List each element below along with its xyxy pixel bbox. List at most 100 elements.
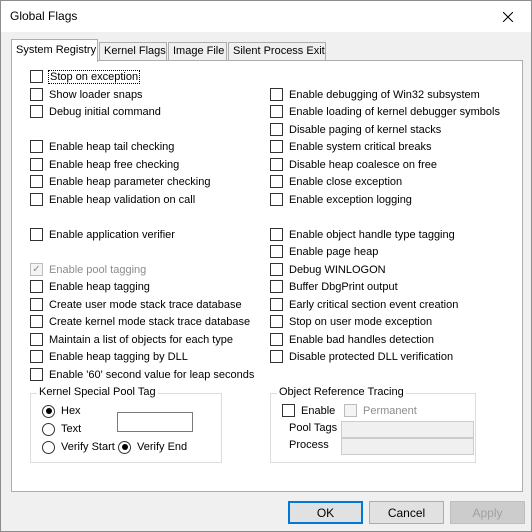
left-flag-checkbox[interactable]: Debug initial command	[30, 104, 161, 119]
object-ref-permanent-checkbox[interactable]: Permanent	[344, 403, 417, 418]
checkbox-label: Enable loading of kernel debugger symbol…	[289, 105, 500, 118]
right-flag-checkbox[interactable]: Enable object handle type tagging	[270, 227, 455, 242]
right-flag-checkbox[interactable]: Stop on user mode exception	[270, 314, 432, 329]
verify-end-radio-dot	[118, 440, 131, 454]
left-flag-checkbox[interactable]: Maintain a list of objects for each type	[30, 332, 233, 347]
right-flag-checkbox[interactable]: Debug WINLOGON	[270, 262, 386, 277]
left-flag-checkbox[interactable]: Create kernel mode stack trace database	[30, 314, 250, 329]
checkbox-box	[270, 140, 283, 153]
checkbox-label: Enable exception logging	[289, 193, 412, 206]
object-ref-enable-label: Enable	[301, 404, 336, 417]
close-button[interactable]	[485, 1, 531, 32]
hex-label: Hex	[61, 405, 81, 417]
checkbox-label: Disable protected DLL verification	[289, 350, 454, 363]
checkbox-box	[270, 245, 283, 258]
text-radio-dot	[42, 422, 55, 436]
pool-tag-input[interactable]	[117, 412, 193, 432]
left-flag-checkbox[interactable]: Enable heap parameter checking	[30, 174, 210, 189]
left-flag-checkbox[interactable]: Enable heap free checking	[30, 157, 179, 172]
tab-system-registry[interactable]: System Registry	[11, 39, 98, 62]
checkbox-label: Enable '60' second value for leap second…	[49, 368, 255, 381]
left-flag-checkbox[interactable]: Enable heap tagging by DLL	[30, 349, 188, 364]
checkbox-box	[30, 88, 43, 101]
checkbox-label: Enable pool tagging	[49, 263, 147, 276]
left-flag-checkbox[interactable]: Enable application verifier	[30, 227, 175, 242]
global-flags-dialog: Global Flags System Registry Kernel Flag…	[0, 0, 532, 532]
right-flag-checkbox[interactable]: Enable page heap	[270, 244, 378, 259]
right-flag-checkbox[interactable]: Disable protected DLL verification	[270, 349, 453, 364]
checkbox-label: Enable heap tagging	[49, 280, 150, 293]
checkbox-box	[30, 368, 43, 381]
checkbox-box	[270, 175, 283, 188]
checkbox-box	[30, 298, 43, 311]
right-flag-checkbox[interactable]: Enable debugging of Win32 subsystem	[270, 87, 480, 102]
pool-tags-input[interactable]	[341, 421, 474, 438]
checkbox-box	[270, 88, 283, 101]
object-reference-tracing-group: Object Reference Tracing Enable Permanen…	[270, 386, 476, 463]
checkbox-label: Enable debugging of Win32 subsystem	[289, 88, 480, 101]
hex-radio-dot	[42, 404, 55, 418]
checkbox-label: Stop on user mode exception	[289, 315, 433, 328]
left-flag-checkbox[interactable]: Create user mode stack trace database	[30, 297, 242, 312]
process-input[interactable]	[341, 438, 474, 455]
checkbox-label: Enable heap validation on call	[49, 193, 196, 206]
left-flag-checkbox[interactable]: Enable heap tagging	[30, 279, 150, 294]
checkbox-box	[270, 193, 283, 206]
checkbox-box	[30, 228, 43, 241]
checkbox-label: Enable heap tagging by DLL	[49, 350, 188, 363]
checkbox-label: Show loader snaps	[49, 88, 143, 101]
right-flag-checkbox[interactable]: Disable heap coalesce on free	[270, 157, 437, 172]
tab-kernel-flags[interactable]: Kernel Flags	[99, 42, 167, 61]
apply-button[interactable]: Apply	[450, 501, 525, 524]
left-flag-checkbox[interactable]: Show loader snaps	[30, 87, 143, 102]
checkbox-box	[30, 280, 43, 293]
right-flag-checkbox[interactable]: Early critical section event creation	[270, 297, 458, 312]
verify-start-radio[interactable]: Verify Start	[42, 440, 115, 454]
checkbox-label: Enable heap tail checking	[49, 140, 175, 153]
right-flag-checkbox[interactable]: Enable loading of kernel debugger symbol…	[270, 104, 500, 119]
close-icon	[503, 11, 513, 22]
checkbox-label: Debug WINLOGON	[289, 263, 386, 276]
tab-image-file[interactable]: Image File	[168, 42, 227, 61]
verify-end-label: Verify End	[137, 441, 188, 453]
left-flag-checkbox[interactable]: Enable heap validation on call	[30, 192, 195, 207]
checkbox-label: Disable paging of kernel stacks	[289, 123, 442, 136]
verify-start-label: Verify Start	[61, 441, 115, 453]
left-flag-checkbox[interactable]: Enable heap tail checking	[30, 139, 174, 154]
checkbox-box	[30, 315, 43, 328]
verify-end-radio[interactable]: Verify End	[118, 440, 187, 454]
checkbox-box: ✓	[30, 263, 43, 276]
right-flag-checkbox[interactable]: Enable close exception	[270, 174, 402, 189]
checkbox-box	[270, 333, 283, 346]
checkbox-label: Enable heap parameter checking	[49, 175, 211, 188]
right-flag-checkbox[interactable]: Enable bad handles detection	[270, 332, 434, 347]
cancel-button[interactable]: Cancel	[369, 501, 444, 524]
process-label: Process	[289, 439, 329, 451]
ok-button[interactable]: OK	[288, 501, 363, 524]
right-flag-checkbox[interactable]: Enable exception logging	[270, 192, 412, 207]
checkbox-label: Create user mode stack trace database	[49, 298, 242, 311]
checkbox-box	[30, 333, 43, 346]
checkbox-label: Stop on exception	[47, 69, 141, 84]
checkbox-box	[30, 350, 43, 363]
checkbox-box	[270, 123, 283, 136]
checkbox-label: Enable application verifier	[49, 228, 175, 241]
checkbox-label: Enable object handle type tagging	[289, 228, 455, 241]
right-flag-checkbox[interactable]: Buffer DbgPrint output	[270, 279, 398, 294]
checkbox-label: Enable heap free checking	[49, 158, 180, 171]
text-radio[interactable]: Text	[42, 422, 81, 436]
checkbox-label: Enable close exception	[289, 175, 403, 188]
checkbox-label: Disable heap coalesce on free	[289, 158, 437, 171]
left-flag-checkbox[interactable]: Stop on exception	[30, 69, 141, 84]
object-ref-enable-box	[282, 404, 295, 417]
object-ref-enable-checkbox[interactable]: Enable	[282, 403, 335, 418]
object-ref-group-title: Object Reference Tracing	[277, 386, 406, 398]
window-title: Global Flags	[10, 9, 78, 23]
hex-radio[interactable]: Hex	[42, 404, 81, 418]
checkbox-box	[270, 280, 283, 293]
right-flag-checkbox[interactable]: Enable system critical breaks	[270, 139, 431, 154]
left-flag-checkbox[interactable]: ✓ Enable pool tagging	[30, 262, 146, 277]
right-flag-checkbox[interactable]: Disable paging of kernel stacks	[270, 122, 441, 137]
tab-silent-process-exit[interactable]: Silent Process Exit	[228, 42, 326, 61]
left-flag-checkbox[interactable]: Enable '60' second value for leap second…	[30, 367, 254, 382]
